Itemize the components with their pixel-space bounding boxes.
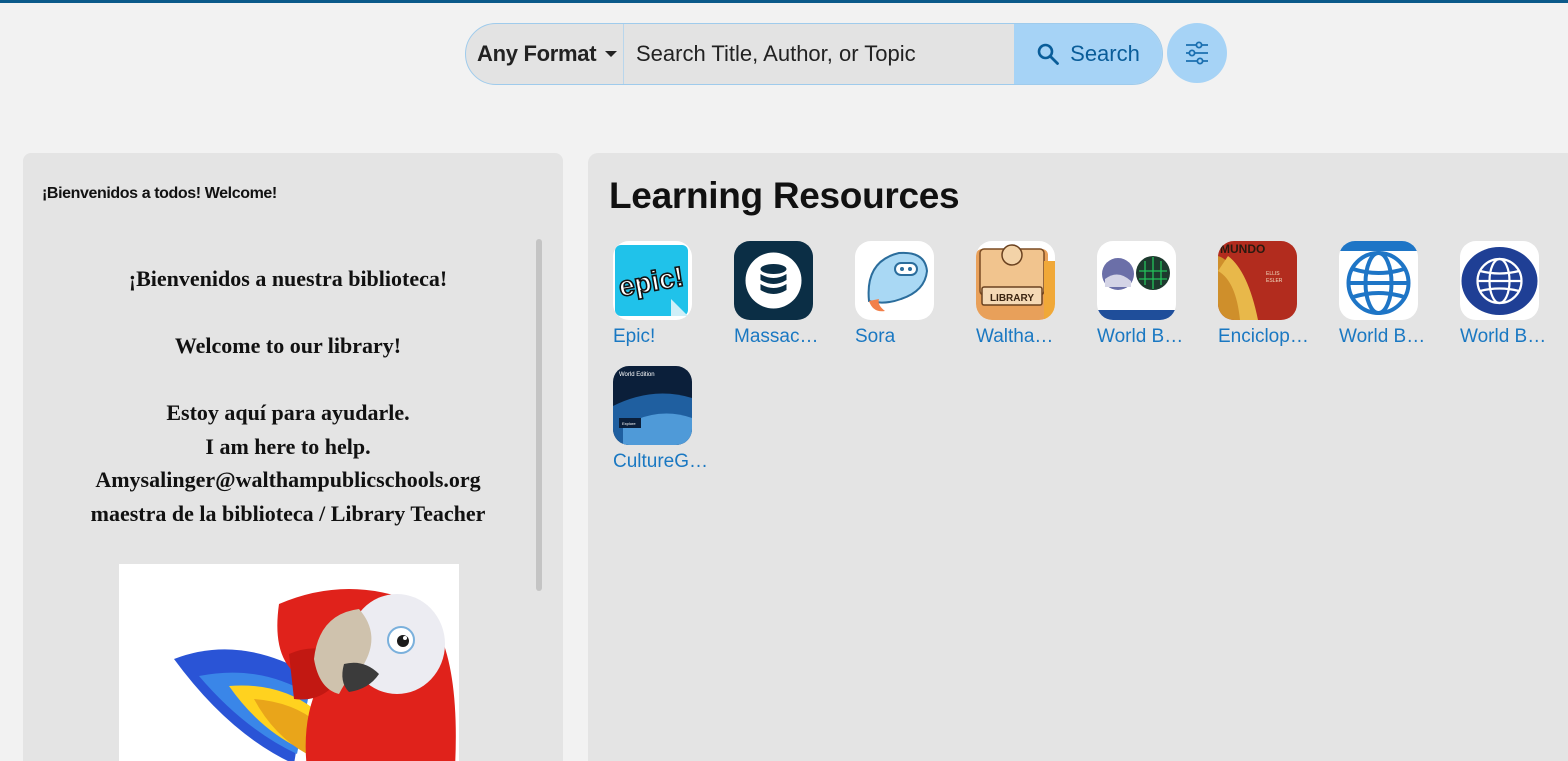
filter-button[interactable] [1167,23,1227,83]
culturegrams-icon: World Edition Explore [613,366,692,445]
mundo-cover-text: MUNDO [1220,242,1265,256]
library-card-icon: LIBRARY [976,241,1055,320]
resource-label: Sora [855,326,896,347]
world-book-globe-icon [1460,241,1539,320]
resource-label: World B… [1339,326,1426,347]
format-dropdown-label: Any Format [477,41,597,66]
resource-tile-sora[interactable]: Sora [830,241,934,348]
contact-email: Amysalinger@walthampublicschools.org [95,467,481,492]
resource-tile-massachusetts[interactable]: Massac… [709,241,818,348]
welcome-panel: ¡Bienvenidos a todos! Welcome! ¡Bienveni… [23,153,563,761]
search-button-label: Search [1070,41,1140,66]
top-accent-line [0,0,1568,3]
resource-tile-epic[interactable]: epic! Epic! [588,241,692,348]
search-button[interactable]: Search [1014,24,1162,84]
resource-label: Epic! [613,326,656,347]
search-bar: Any Format Search [465,23,1163,85]
resource-tile-enciclopedia[interactable]: MUNDO ELLIS ESLER Enciclop… [1193,241,1309,348]
globe-icon [1339,241,1418,320]
sliders-icon [1186,41,1208,65]
ellis-text: ELLIS [1266,271,1280,277]
resource-label: CultureG… [613,451,709,472]
resource-tile-world-book-globe[interactable]: World B… [1314,241,1425,348]
resource-tile-waltham[interactable]: LIBRARY Waltha… [951,241,1055,348]
help-line-english: I am here to help. [205,433,371,459]
parrot-image [119,564,459,761]
epic-logo-icon: epic! [613,241,692,320]
resource-label: World B… [1097,326,1184,347]
sora-mascot-icon [855,241,934,320]
resource-tile-culturegrams[interactable]: World Edition Explore CultureG… [588,366,708,473]
welcome-line-spanish: ¡Bienvenidos a nuestra biblioteca! [128,266,448,291]
resource-tile-world-book-kids[interactable]: World B… [1072,241,1183,348]
mundo-book-cover-icon: MUNDO ELLIS ESLER [1218,241,1297,320]
library-icon-text: LIBRARY [990,293,1034,304]
resource-label: Enciclop… [1218,326,1309,347]
learning-resources-panel: Learning Resources epic! Epic! Massac… S… [588,153,1568,761]
world-book-kids-icon [1097,241,1176,320]
welcome-line-english: Welcome to our library! [174,333,402,358]
learning-resources-title: Learning Resources [609,175,960,216]
welcome-panel-title: ¡Bienvenidos a todos! Welcome! [42,185,277,202]
resource-label: World B… [1460,326,1547,347]
culture-edition-text: World Edition [619,372,655,378]
resource-label: Massac… [734,326,819,347]
format-dropdown[interactable]: Any Format [466,24,624,84]
search-icon [1037,43,1060,65]
database-icon [734,241,813,320]
resource-label: Waltha… [976,326,1054,347]
culture-explore-text: Explore [622,421,636,426]
resource-tile-world-book-navy[interactable]: World B… [1435,241,1546,348]
caret-down-icon [605,51,618,57]
welcome-message: ¡Bienvenidos a nuestra biblioteca! Welco… [23,262,553,530]
teacher-role: maestra de la biblioteca / Library Teach… [90,500,486,526]
help-line-spanish: Estoy aquí para ayudarle. [166,400,410,425]
esler-text: ESLER [1266,278,1283,284]
search-input[interactable] [624,24,1014,84]
